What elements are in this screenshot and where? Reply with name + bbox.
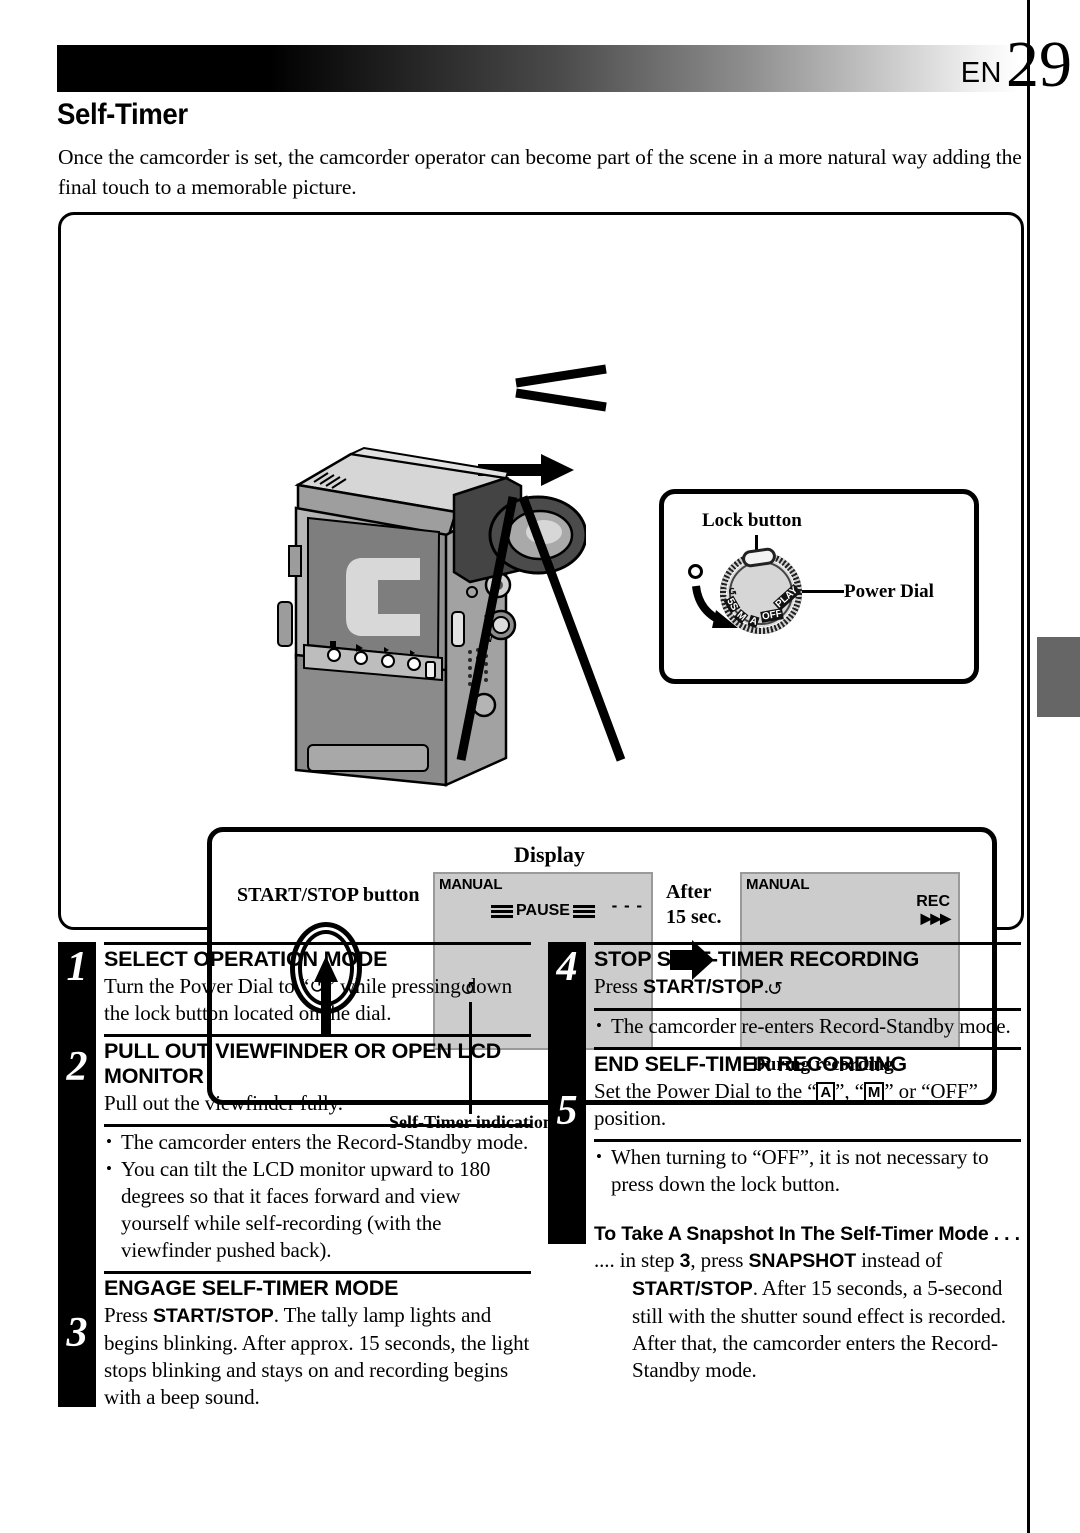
step-4-start-stop-ref: START/STOP	[643, 976, 764, 998]
power-dial-callout: Lock button Power Dial ↺ 5S M A OFF PLAY	[659, 489, 979, 684]
self-timer-symbol-icon: ↺	[309, 974, 326, 998]
step-3-body-pre: Press	[104, 1303, 153, 1327]
step-1-heading: SELECT OPERATION MODE	[104, 947, 388, 971]
list-item: The camcorder re-enters Record-Standby m…	[594, 1012, 1021, 1040]
display-label: Display	[514, 842, 585, 867]
step-block-1: SELECT OPERATION MODE Turn the Power Dia…	[104, 942, 531, 1034]
step-number-4: 4	[556, 944, 578, 990]
step-2-notes: The camcorder enters the Record-Standby …	[104, 1124, 531, 1271]
step-5-body-mid: ”, “	[835, 1079, 864, 1103]
page-number-block: EN 29	[960, 28, 1072, 101]
step-block-3: ENGAGE SELF-TIMER MODE Press START/STOP.…	[104, 1271, 531, 1418]
step-3-start-stop-ref: START/STOP	[153, 1305, 274, 1327]
power-dial-leader	[799, 590, 844, 593]
step-3-heading: ENGAGE SELF-TIMER MODE	[104, 1276, 399, 1300]
note-mid1: , press	[690, 1248, 749, 1272]
snapshot-note-heading: To Take A Snapshot In The Self-Timer Mod…	[594, 1223, 1020, 1245]
step-4-notes: The camcorder re-enters Record-Standby m…	[594, 1008, 1021, 1047]
screen1-pause-text: PAUSE	[516, 902, 570, 919]
step-5-heading: END SELF-TIMER RECORDING	[594, 1052, 907, 1076]
mode-a-badge: A	[816, 1082, 836, 1103]
note-lead: .... in step	[594, 1248, 680, 1272]
page-edge-rule	[1027, 0, 1030, 1533]
list-item: You can tilt the LCD monitor upward to 1…	[104, 1155, 531, 1264]
pause-bars-right-icon	[572, 904, 595, 918]
screen2-mode-label: MANUAL	[746, 876, 810, 893]
step-4-body: Press START/STOP.	[594, 973, 1021, 1001]
step-4-body-post: .	[763, 974, 769, 998]
snapshot-note-body: .... in step 3, press SNAPSHOT instead o…	[594, 1247, 1021, 1384]
screen2-rec-triangles-icon: ▶▶▶	[920, 909, 951, 926]
page-number: 29	[1006, 28, 1072, 101]
step-block-5: END SELF-TIMER RECORDING Set the Power D…	[594, 1047, 1021, 1139]
after-label-line2: 15 sec.	[666, 906, 722, 928]
intro-paragraph: Once the camcorder is set, the camcorder…	[58, 145, 1022, 199]
step-3-body: Press START/STOP. The tally lamp lights …	[104, 1302, 531, 1411]
after-label-line1: After	[666, 881, 712, 903]
start-stop-button-label: START/STOP button	[237, 884, 420, 906]
dial-rotate-arrow-icon	[692, 585, 738, 628]
step-block-2: PULL OUT VIEWFINDER OR OPEN LCD MONITOR …	[104, 1034, 531, 1124]
steps-column-right: 4 5 STOP SELF-TIMER RECORDING Press STAR…	[548, 942, 1021, 1384]
step-1-body-pre: Turn the Power Dial to “	[104, 974, 310, 998]
list-item: When turning to “OFF”, it is not necessa…	[594, 1143, 1021, 1198]
screen2-rec-indicator: REC ▶▶▶	[916, 893, 951, 928]
screen1-mode-label: MANUAL	[439, 876, 503, 893]
note-snapshot-ref: SNAPSHOT	[748, 1250, 857, 1272]
list-item: The camcorder enters the Record-Standby …	[104, 1128, 531, 1156]
lock-button-label: Lock button	[702, 510, 802, 531]
step-5-bullet-list: When turning to “OFF”, it is not necessa…	[594, 1143, 1021, 1198]
note-mid2: instead of	[856, 1248, 943, 1272]
step-2-body: Pull out the viewfinder fully.	[104, 1091, 343, 1115]
steps-column-left: 1 2 3 SELECT OPERATION MODE Turn the Pow…	[58, 942, 531, 1418]
dial-index-dot	[688, 564, 703, 579]
note-step-ref: 3	[679, 1250, 691, 1272]
mode-m-badge: M	[863, 1082, 885, 1103]
note-start-stop-ref: START/STOP	[632, 1278, 753, 1300]
step-block-4: STOP SELF-TIMER RECORDING Press START/ST…	[594, 942, 1021, 1008]
step-5-body-pre: Set the Power Dial to the “	[594, 1079, 817, 1103]
step-5-notes: When turning to “OFF”, it is not necessa…	[594, 1139, 1021, 1205]
illustration-frame: T W Lock button Power Dial ↺ 5S M A OFF …	[58, 212, 1024, 1132]
step-number-1: 1	[66, 944, 88, 990]
step-4-bullet-list: The camcorder re-enters Record-Standby m…	[594, 1012, 1021, 1040]
screen2-rec-text: REC	[916, 893, 950, 910]
page-title: Self-Timer	[57, 98, 188, 131]
power-dial-label: Power Dial	[844, 581, 934, 602]
page-edge-tab-marker	[1037, 637, 1080, 717]
step-4-body-pre: Press	[594, 974, 643, 998]
step-number-3: 3	[66, 1310, 88, 1356]
step-2-bullet-list: The camcorder enters the Record-Standby …	[104, 1128, 531, 1264]
step-2-heading: PULL OUT VIEWFINDER OR OPEN LCD MONITOR	[104, 1039, 502, 1088]
screen1-pause-indicator: PAUSE	[491, 902, 595, 920]
page-language-code: EN	[960, 57, 1002, 90]
after-delay-label: After 15 sec.	[666, 880, 722, 930]
step-number-5: 5	[556, 1088, 578, 1134]
step-number-2: 2	[66, 1044, 88, 1090]
step-5-body: Set the Power Dial to the “A”, “M” or “O…	[594, 1078, 1021, 1132]
pause-bars-left-icon	[491, 904, 514, 918]
screen1-timecode-dashes: - - -	[611, 896, 643, 915]
step-4-heading: STOP SELF-TIMER RECORDING	[594, 947, 920, 971]
step-1-body: Turn the Power Dial to “↺” while pressin…	[104, 973, 531, 1027]
page-header-gradient-bar	[57, 45, 1019, 92]
